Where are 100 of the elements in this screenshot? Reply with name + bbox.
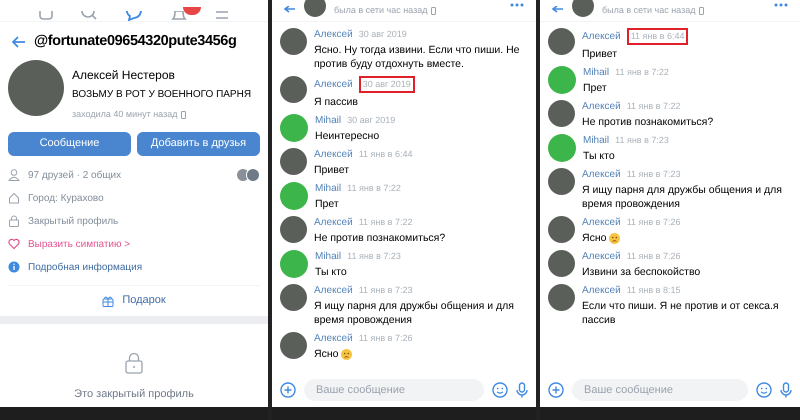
menu-icon[interactable] (214, 11, 230, 21)
message-time: 11 янв в 7:23 (358, 284, 412, 297)
bell-icon[interactable] (170, 11, 187, 21)
message-time: 11 янв в 7:26 (626, 250, 680, 263)
message-time: 11 янв в 6:44 (358, 148, 412, 161)
avatar-photo-placeholder (280, 332, 307, 359)
message-time: 11 янв в 7:22 (358, 216, 412, 229)
friend-avatar (236, 168, 250, 182)
action-button[interactable]: Добавить в друзья (137, 132, 260, 156)
more-icon[interactable] (774, 2, 788, 6)
last-seen-text: заходила 40 минут назад (72, 108, 178, 121)
avatar-photo-placeholder (548, 100, 575, 127)
back-arrow-icon[interactable] (12, 36, 26, 48)
add-icon[interactable] (548, 382, 564, 398)
search-icon[interactable] (81, 11, 98, 21)
message-text: Если что пиши. Я не против и от секса.я пассив (582, 299, 780, 327)
profile-name: Алексей Нестеров (72, 67, 176, 84)
message-time: 11 янв в 7:23 (626, 168, 680, 181)
chat-bubble-icon[interactable] (124, 11, 143, 21)
friend-avatar (246, 168, 260, 182)
avatar-photo-placeholder (280, 148, 307, 175)
more-icon[interactable] (510, 2, 524, 6)
avatar-photo-placeholder (548, 168, 575, 195)
message-text: Прет (583, 81, 607, 95)
gift-button[interactable]: Подарок (0, 286, 268, 316)
avatar-photo-placeholder (548, 28, 575, 55)
message-text: Неинтересно (315, 129, 380, 143)
message-text: Я ищу парня для дружбы общения и для время провождения (582, 183, 783, 211)
sender-name: Mihail (315, 114, 342, 126)
message-text: Привет (314, 163, 350, 177)
sender-name: Алексей (314, 332, 353, 344)
info-text: Закрытый профиль (28, 214, 118, 228)
heart-icon (8, 238, 20, 250)
add-icon[interactable] (280, 382, 296, 398)
message-text: Не против познакомиться? (314, 231, 446, 245)
sender-name: Алексей (314, 216, 353, 228)
house-icon (8, 192, 20, 204)
sender-name: Алексей (582, 284, 621, 296)
message-text: Ясно. Ну тогда извини. Если что пиши. Не против буду отдохнуть вместе. (314, 43, 521, 71)
back-arrow-icon[interactable] (284, 6, 296, 16)
avatar-photo-placeholder (548, 284, 575, 311)
message-time: 11 янв в 8:15 (626, 284, 680, 297)
smiley-icon[interactable] (756, 382, 772, 398)
microphone-icon[interactable] (516, 382, 528, 398)
message-time: 30 авг 2019 (358, 28, 407, 41)
sender-name: Алексей (582, 216, 621, 228)
phone-icon (431, 6, 436, 14)
profile-status: ВОЗЬМУ В РОТ У ВОЕННОГО ПАРНЯ (72, 88, 252, 102)
person-icon (8, 169, 20, 181)
sender-name: Алексей (582, 168, 621, 180)
message-text: Ты кто (315, 265, 347, 279)
profile-link[interactable]: Подробная информация (28, 260, 142, 274)
avatar-photo-placeholder (280, 216, 307, 243)
message-text: Ясно (582, 231, 606, 245)
info-text: Город: Курахово (28, 192, 104, 206)
avatar-photo-placeholder (548, 250, 575, 277)
message-time: 11 янв в 7:26 (358, 332, 412, 345)
message-time: 30 авг 2019 (347, 114, 396, 127)
message-time: 11 янв в 7:22 (615, 66, 669, 79)
message-input[interactable]: Ваше сообщение (304, 379, 484, 401)
gift-icon (102, 294, 114, 306)
sender-name: Алексей (582, 250, 621, 262)
avatar-photo-placeholder (572, 0, 594, 16)
profile-handle: @fortunate09654320pute3456g (34, 32, 236, 52)
message-time: 11 янв в 7:26 (626, 216, 680, 229)
lock-icon (8, 215, 20, 227)
sender-name: Mihail (315, 182, 342, 194)
profile-link[interactable]: Выразить симпатию > (28, 236, 130, 252)
avatar-photo-placeholder (280, 284, 307, 311)
message-text: Извини за беспокойство (582, 265, 700, 279)
padlock-icon (125, 352, 143, 374)
action-button[interactable]: Сообщение (8, 132, 131, 156)
message-text: Ты кто (583, 149, 615, 163)
message-time: 11 янв в 7:22 (347, 182, 401, 195)
notification-badge (182, 7, 201, 15)
message-text: Ясно (314, 347, 338, 361)
message-time: 11 янв в 7:23 (347, 250, 401, 263)
message-time: 11 янв в 7:23 (615, 134, 669, 147)
last-seen-text: была в сети час назад (602, 4, 696, 17)
avatar-photo-placeholder (548, 216, 575, 243)
message-time: 30 авг 2019 (358, 76, 415, 93)
back-arrow-icon[interactable] (552, 6, 564, 16)
sender-name: Алексей (314, 148, 353, 160)
message-text: Я пассив (314, 95, 358, 109)
phone-icon (181, 110, 186, 119)
avatar-photo-placeholder (280, 76, 307, 103)
message-input[interactable]: Ваше сообщение (572, 379, 748, 401)
private-profile-notice: Это закрытый профиль (74, 386, 194, 402)
message-text: Привет (582, 47, 618, 61)
smiley-icon[interactable] (492, 382, 508, 398)
message-text: Не против познакомиться? (582, 115, 714, 129)
phone-icon (699, 6, 704, 14)
microphone-icon[interactable] (780, 382, 792, 398)
message-time: 11 янв в 6:44 (626, 28, 688, 45)
message-text: Прет (315, 197, 339, 211)
avatar-photo-placeholder (280, 28, 307, 55)
info-text: 97 друзей · 2 общих (28, 168, 122, 182)
sender-name: Алексей (314, 28, 353, 40)
sender-name: Алексей (314, 284, 353, 296)
last-seen-text: была в сети час назад (334, 4, 428, 17)
